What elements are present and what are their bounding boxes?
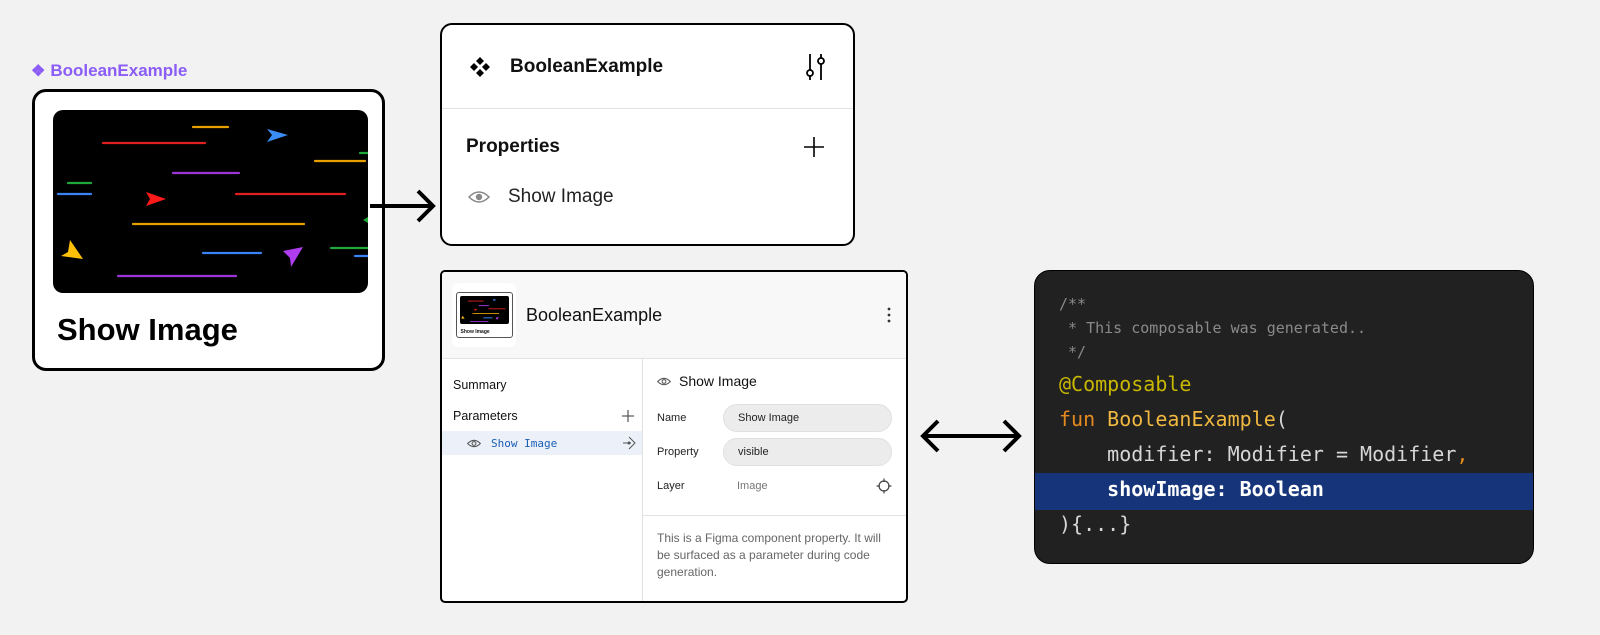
figma-panel-header: BooleanExample: [442, 25, 853, 109]
property-select[interactable]: visible: [723, 438, 892, 466]
code-param1: modifier: Modifier = Modifier: [1059, 442, 1457, 466]
detail-title: Show Image: [657, 371, 892, 391]
property-item-show-image[interactable]: Show Image: [442, 177, 853, 217]
name-input[interactable]: Show Image: [723, 404, 892, 432]
code-comment-body: * This composable was generated..: [1059, 319, 1367, 337]
code-comment-open: /**: [1059, 295, 1087, 313]
eye-icon: [657, 377, 671, 385]
figma-component-name: BooleanExample: [510, 55, 664, 77]
layer-value: Image: [737, 480, 768, 492]
field-name-row: Name Show Image: [657, 401, 892, 435]
nav-parameters: Parameters: [442, 401, 642, 431]
field-property-row: Property visible: [657, 435, 892, 469]
eye-icon: [467, 439, 481, 447]
parameter-item-show-image[interactable]: Show Image: [442, 431, 642, 455]
tune-sliders-icon[interactable]: [803, 52, 829, 82]
code-function-signature: fun BooleanExample(: [1059, 407, 1288, 431]
code-param-modifier: modifier: Modifier = Modifier,: [1059, 442, 1468, 466]
relay-component-name: BooleanExample: [526, 304, 663, 325]
code-param-show-image: showImage: Boolean: [1059, 477, 1324, 501]
properties-section-header: Properties: [442, 117, 853, 177]
properties-title: Properties: [466, 136, 560, 157]
jump-to-icon[interactable]: [622, 436, 636, 450]
figma-properties-panel: BooleanExample Properties Show Image: [440, 23, 855, 246]
component-thumbnail: Show Image: [452, 283, 516, 347]
parameters-label: Parameters: [453, 409, 518, 423]
parameter-detail: Show Image Name Show Image Property visi…: [643, 359, 906, 601]
blue-arrow: [267, 129, 288, 142]
field-name-label: Name: [657, 412, 687, 424]
red-arrow: [146, 192, 166, 206]
plus-icon[interactable]: [803, 136, 825, 158]
component-icon: [470, 56, 490, 77]
field-layer-label: Layer: [657, 480, 685, 492]
code-closing: ){...}: [1059, 512, 1132, 536]
code-comma: ,: [1456, 442, 1469, 466]
thumbnail-caption: Show Image: [460, 329, 490, 335]
purple-arrow: [283, 247, 303, 267]
component-title: Show Image: [57, 312, 238, 347]
arrows-artwork: [56, 125, 368, 278]
component-label-text: BooleanExample: [50, 61, 188, 80]
code-keyword: fun: [1059, 407, 1096, 431]
component-label: ❖ BooleanExample: [31, 61, 187, 81]
eye-icon: [468, 191, 490, 203]
thumbnail-image: [459, 296, 509, 324]
parameter-description: This is a Figma component property. It w…: [657, 531, 881, 579]
relay-parameters-panel: Show Image BooleanExample Summary Parame…: [440, 270, 908, 603]
code-annotation: @Composable: [1059, 372, 1192, 396]
right-arrow-icon: [370, 189, 436, 223]
field-property-label: Property: [657, 446, 699, 458]
property-label: Show Image: [508, 186, 614, 207]
code-open-paren: (: [1275, 407, 1288, 431]
add-parameter-icon[interactable]: [622, 410, 634, 422]
more-vert-icon[interactable]: [886, 306, 892, 324]
locate-layer-icon[interactable]: [876, 478, 892, 494]
generated-code-panel: /** * This composable was generated.. */…: [1034, 270, 1534, 564]
field-layer-row: Layer Image: [657, 469, 892, 503]
colorful-arrows-image: [53, 110, 368, 293]
green-arrow: [363, 217, 368, 223]
nav-summary[interactable]: Summary: [442, 371, 642, 401]
code-comment-close: */: [1059, 343, 1087, 361]
relay-panel-header: Show Image BooleanExample: [442, 272, 906, 359]
thumbnail-artwork: [460, 298, 505, 322]
bidirectional-arrow-icon: [920, 419, 1022, 453]
yellow-arrow: [61, 240, 83, 259]
component-preview-card: Show Image: [32, 89, 385, 371]
component-diamond-icon: ❖: [31, 63, 46, 80]
parameter-label: Show Image: [491, 436, 558, 450]
detail-title-text: Show Image: [679, 373, 757, 389]
code-function-name: BooleanExample: [1107, 407, 1276, 431]
relay-nav: Summary Parameters Show Image: [442, 359, 643, 601]
thumbnail-card: Show Image: [455, 292, 513, 338]
